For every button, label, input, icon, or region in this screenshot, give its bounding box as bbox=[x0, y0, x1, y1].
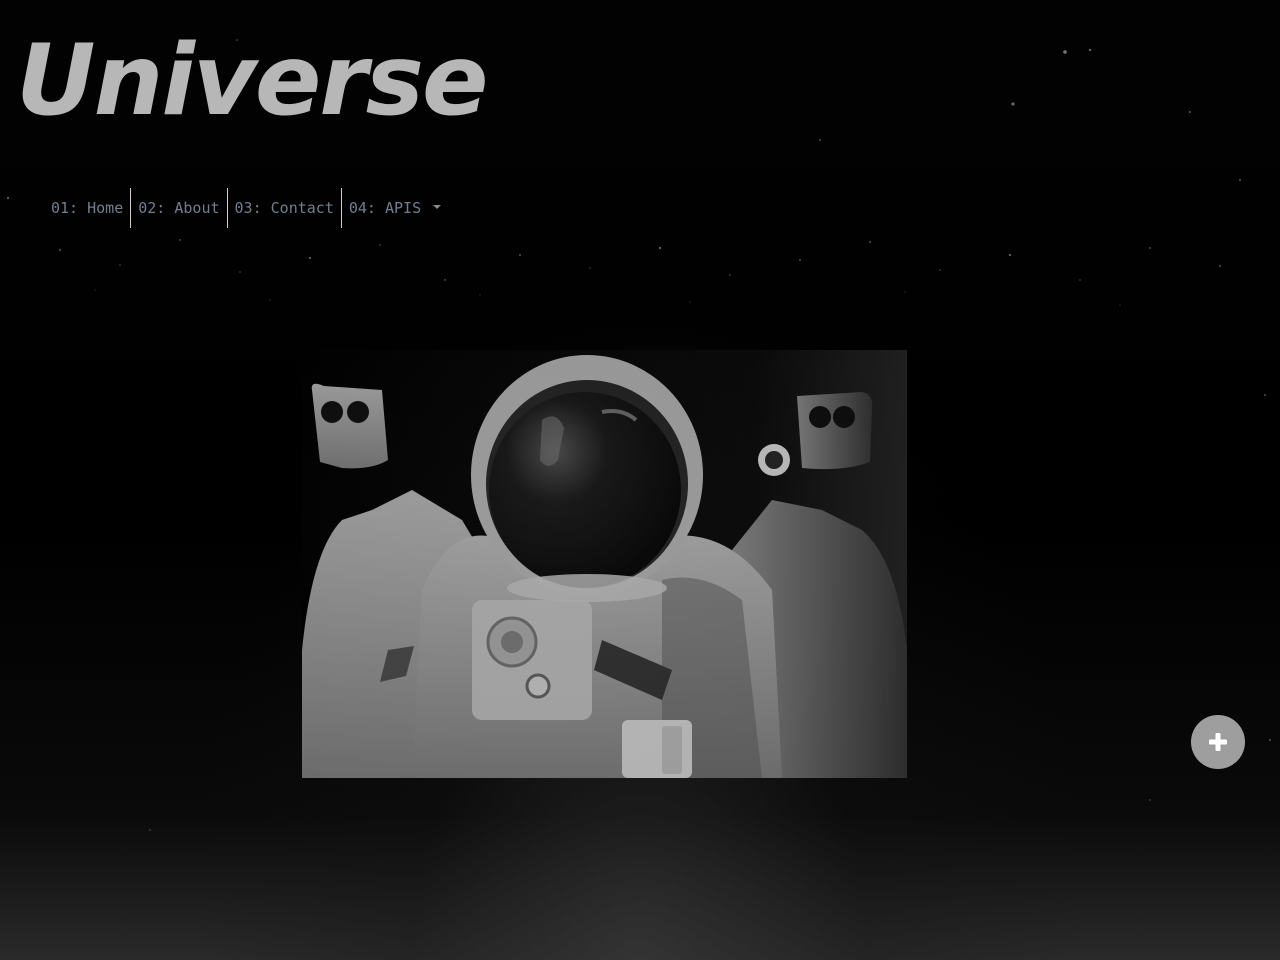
nav-item-apis[interactable]: 04: APIS bbox=[342, 188, 448, 228]
nav-item-contact[interactable]: 03: Contact bbox=[228, 188, 342, 228]
add-button[interactable] bbox=[1191, 715, 1245, 769]
nav-item-home[interactable]: 01: Home bbox=[44, 188, 132, 228]
nav-item-label: 03: Contact bbox=[234, 199, 334, 217]
nav-item-about[interactable]: 02: About bbox=[131, 188, 228, 228]
plus-icon bbox=[1209, 733, 1227, 751]
nav-item-label: 04: APIS bbox=[348, 199, 422, 217]
hero-image-astronaut bbox=[302, 350, 907, 778]
chevron-down-icon bbox=[433, 205, 442, 209]
nav-item-label: 01: Home bbox=[51, 199, 124, 217]
site-title: Universe bbox=[16, 24, 488, 138]
main-nav: 01: Home 02: About 03: Contact 04: APIS bbox=[44, 188, 448, 228]
nav-item-label: 02: About bbox=[138, 199, 220, 217]
